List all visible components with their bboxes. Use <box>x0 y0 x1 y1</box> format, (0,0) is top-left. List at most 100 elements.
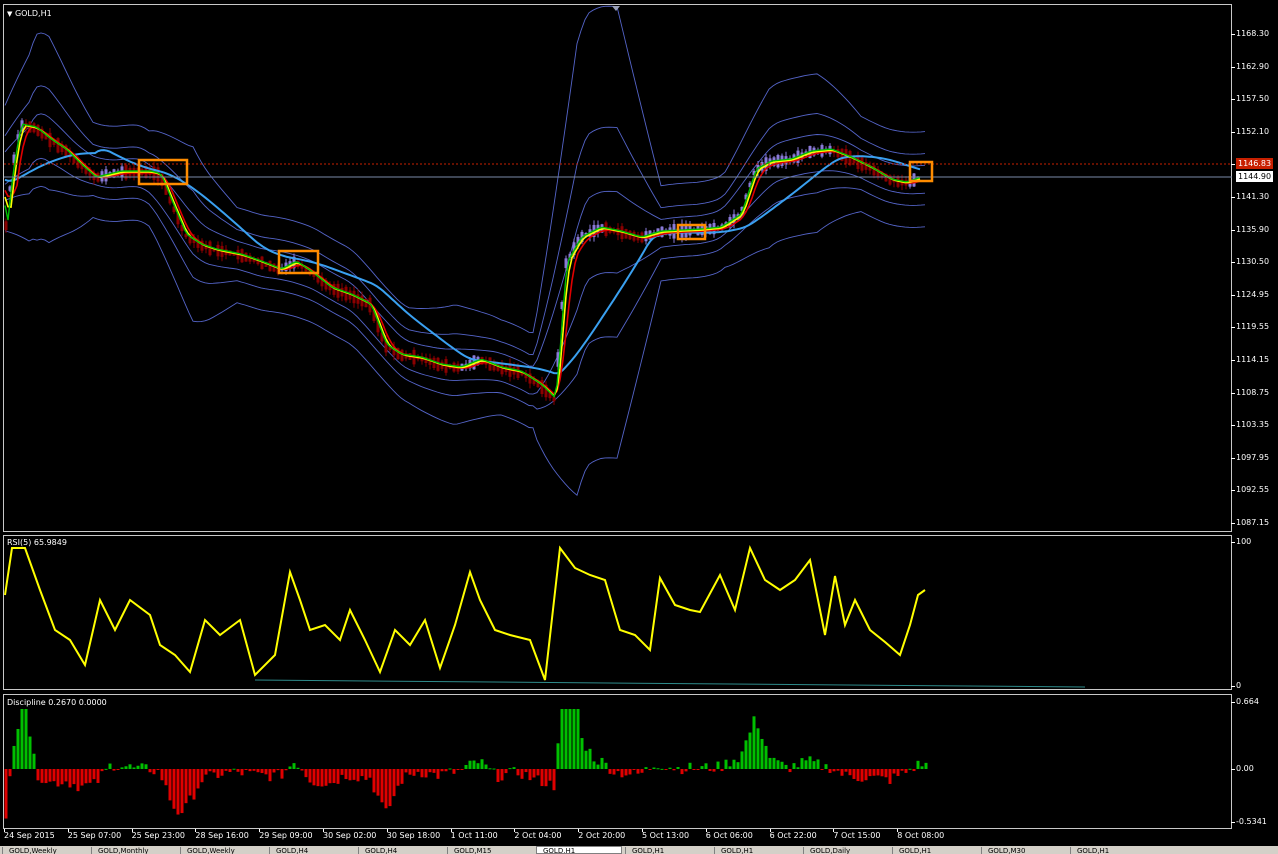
discipline-bar <box>420 769 424 778</box>
candle-body <box>356 294 360 304</box>
discipline-bar <box>808 756 812 769</box>
time-tick: 7 Oct 15:00 <box>833 829 881 840</box>
discipline-bar <box>92 769 96 780</box>
time-tick: 1 Oct 11:00 <box>450 829 498 840</box>
discipline-bar <box>740 751 744 769</box>
candle-body <box>352 290 356 304</box>
discipline-bar <box>284 769 288 771</box>
discipline-bar <box>628 769 632 775</box>
discipline-bar <box>416 769 420 772</box>
discipline-bar <box>256 769 260 773</box>
discipline-bar <box>516 769 520 776</box>
chart-shift-marker-icon <box>612 6 620 11</box>
chart-tab[interactable]: GOLD,H1 <box>892 847 978 854</box>
discipline-bar <box>200 769 204 783</box>
discipline-bar <box>884 769 888 778</box>
discipline-bar <box>492 768 496 770</box>
discipline-bar <box>832 769 836 772</box>
discipline-bar <box>600 757 604 769</box>
discipline-bar <box>336 769 340 784</box>
chart-tab[interactable]: GOLD,H4 <box>358 847 444 854</box>
discipline-bar <box>772 757 776 769</box>
discipline-bar <box>96 769 100 783</box>
discipline-bar <box>912 769 916 772</box>
chart-tab[interactable]: GOLD,H4 <box>269 847 355 854</box>
discipline-bar <box>216 769 220 778</box>
discipline-bar <box>760 738 764 769</box>
price-tick: 1124.95 <box>1230 289 1270 299</box>
discipline-bar <box>408 769 412 775</box>
time-tick: 29 Sep 09:00 <box>259 829 313 840</box>
discipline-bar <box>732 759 736 769</box>
price-tick: 1168.30 <box>1230 29 1270 38</box>
time-tick: 28 Sep 16:00 <box>195 829 249 840</box>
time-tick: 30 Sep 02:00 <box>323 829 377 840</box>
discipline-bar <box>328 769 332 784</box>
discipline-bar <box>572 709 576 769</box>
discipline-bar <box>384 769 388 809</box>
chart-tab[interactable]: GOLD,M30 <box>981 847 1067 854</box>
discipline-bar <box>376 769 380 796</box>
discipline-bar <box>560 709 564 769</box>
bollinger-upper-band <box>4 85 926 356</box>
discipline-bar <box>464 764 468 769</box>
discipline-bar <box>40 769 44 783</box>
discipline-bar <box>564 709 568 769</box>
dropdown-triangle-icon[interactable]: ▼ <box>7 10 12 18</box>
price-tick: 1130.50 <box>1230 257 1270 267</box>
chart-tab[interactable]: GOLD,H1 <box>536 846 622 854</box>
price-tick: 1162.90 <box>1230 61 1270 71</box>
discipline-bar <box>128 764 132 769</box>
discipline-bar <box>116 769 120 770</box>
discipline-bar <box>688 762 692 769</box>
discipline-bar <box>80 769 84 786</box>
discipline-bar <box>592 761 596 769</box>
discipline-scale-bottom: -0.5341 <box>1231 817 1267 826</box>
discipline-bar <box>108 763 112 769</box>
discipline-bar <box>544 769 548 787</box>
discipline-bar <box>260 769 264 774</box>
chart-tab[interactable]: GOLD,Daily <box>803 847 889 854</box>
discipline-bar <box>84 769 88 784</box>
discipline-bar <box>556 743 560 769</box>
chart-tab[interactable]: GOLD,M15 <box>447 847 533 854</box>
discipline-bar <box>868 769 872 777</box>
candle-body <box>400 349 404 361</box>
discipline-bar <box>512 767 516 769</box>
price-tick: 1103.35 <box>1230 420 1270 430</box>
discipline-bar <box>904 769 908 773</box>
candle-body <box>56 138 60 153</box>
discipline-bar <box>488 768 492 770</box>
discipline-bar <box>452 769 456 774</box>
chart-tab[interactable]: GOLD,Monthly <box>91 847 177 854</box>
discipline-bar <box>576 709 580 769</box>
discipline-bar <box>184 769 188 804</box>
discipline-bar <box>240 769 244 776</box>
chart-tab[interactable]: GOLD,Weekly <box>180 847 266 854</box>
discipline-bar <box>220 769 224 776</box>
price-tick: 1157.50 <box>1230 94 1270 104</box>
discipline-bar <box>12 745 16 769</box>
discipline-bar <box>640 769 644 773</box>
discipline-bar <box>468 760 472 769</box>
discipline-bar <box>672 769 676 771</box>
discipline-bar <box>908 768 912 770</box>
chart-tab[interactable]: GOLD,H1 <box>625 847 711 854</box>
discipline-scale-top: 0.664 <box>1231 697 1259 706</box>
chart-drawing <box>4 5 1232 819</box>
chart-tab[interactable]: GOLD,H1 <box>1070 847 1156 854</box>
discipline-bar <box>380 769 384 803</box>
chart-tab[interactable]: GOLD,H1 <box>714 847 800 854</box>
chart-tab[interactable]: GOLD,Weekly <box>2 847 88 854</box>
discipline-bar <box>172 769 176 809</box>
discipline-bar <box>920 766 924 769</box>
discipline-bar <box>16 728 20 769</box>
discipline-bar <box>72 769 76 785</box>
discipline-bar <box>124 766 128 769</box>
discipline-bar <box>36 769 40 781</box>
discipline-bar <box>536 769 540 776</box>
discipline-bar <box>624 769 628 776</box>
discipline-bar <box>348 769 352 781</box>
price-tick: 1141.30 <box>1230 192 1270 201</box>
rsi-scale-max: 100 <box>1230 537 1252 546</box>
